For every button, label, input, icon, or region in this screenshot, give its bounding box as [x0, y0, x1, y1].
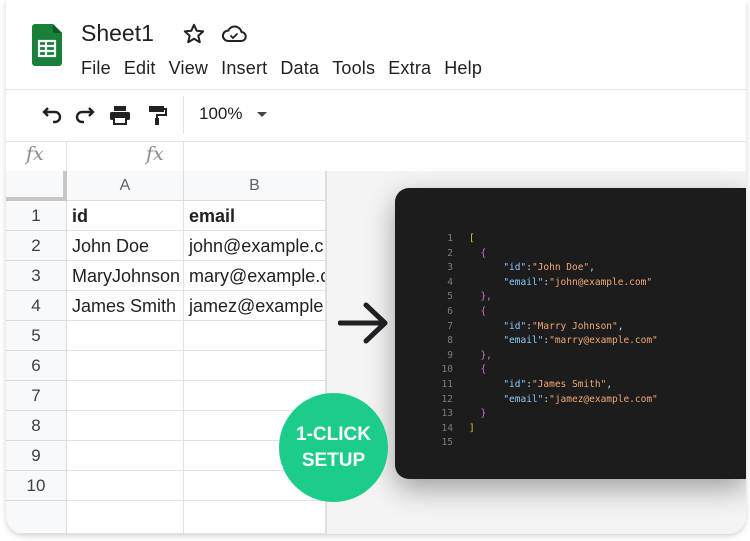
column-header-a[interactable]: A	[67, 171, 184, 201]
redo-icon[interactable]	[73, 103, 97, 127]
line-number: 13	[441, 408, 453, 420]
row-header[interactable]: 1	[6, 201, 67, 231]
row-header[interactable]: 10	[6, 471, 67, 501]
line-number: 3	[447, 262, 453, 274]
code-line: "email":"marry@example.com"	[503, 335, 658, 347]
cell-empty[interactable]	[67, 471, 184, 501]
print-icon[interactable]	[108, 103, 132, 127]
code-line: "email":"john@example.com"	[503, 276, 653, 288]
cell-empty[interactable]	[184, 351, 326, 381]
code-line: ]	[469, 422, 475, 434]
code-line: }	[480, 408, 487, 420]
line-number: 8	[447, 335, 453, 347]
code-line: {	[480, 247, 487, 259]
fx-icon: fx	[26, 143, 44, 165]
cell-empty[interactable]	[67, 321, 184, 351]
cell-empty[interactable]	[184, 501, 326, 534]
cell-empty[interactable]	[67, 501, 184, 534]
undo-icon[interactable]	[40, 103, 64, 127]
row-header[interactable]: 7	[6, 381, 67, 411]
row-header-blank[interactable]	[6, 501, 67, 534]
line-number: 12	[441, 393, 453, 405]
document-title[interactable]: Sheet1	[81, 20, 154, 47]
formula-divider	[183, 141, 184, 171]
line-number: 15	[441, 437, 453, 449]
chevron-down-icon[interactable]	[257, 112, 267, 117]
line-number: 5	[447, 291, 453, 303]
json-preview-panel: 1 [ 2 { 3 "id":"John Doe", 4 "email":"joh…	[395, 188, 746, 479]
cell-empty[interactable]	[184, 321, 326, 351]
cell-empty[interactable]	[67, 381, 184, 411]
menu-tools[interactable]: Tools	[332, 58, 375, 79]
cell-a2[interactable]: John Doe	[67, 231, 184, 261]
cell-b4[interactable]: jamez@example	[184, 291, 326, 321]
code-line: {	[480, 305, 487, 317]
code-line: },	[480, 349, 492, 361]
line-number: 4	[447, 276, 453, 288]
cell-a1[interactable]: id	[67, 201, 184, 231]
formula-bar: fx fx	[6, 141, 746, 172]
app-frame: Sheet1 File Edit View Insert Data Tools …	[6, 0, 746, 534]
row-header[interactable]: 9	[6, 441, 67, 471]
menu-extra[interactable]: Extra	[388, 58, 431, 79]
cell-b1[interactable]: email	[184, 201, 326, 231]
paint-format-icon[interactable]	[145, 103, 169, 127]
star-icon[interactable]	[182, 22, 206, 46]
line-number: 10	[441, 364, 453, 376]
badge-line-2: SETUP	[301, 449, 366, 471]
code-line: "id":"Marry Johnson",	[503, 320, 624, 332]
cell-empty[interactable]	[67, 411, 184, 441]
menu-insert[interactable]: Insert	[221, 58, 267, 79]
line-number: 2	[447, 247, 453, 259]
line-number: 6	[447, 305, 453, 317]
row-header[interactable]: 5	[6, 321, 67, 351]
code-line: },	[480, 291, 492, 303]
cell-empty[interactable]	[67, 441, 184, 471]
code-line: "id":"James Smith",	[503, 378, 613, 390]
row-header[interactable]: 8	[6, 411, 67, 441]
menu-view[interactable]: View	[169, 58, 209, 79]
code-line: {	[480, 364, 487, 376]
select-all-corner[interactable]	[6, 171, 67, 201]
cell-b3[interactable]: mary@example.c	[184, 261, 326, 291]
cloud-status-icon[interactable]	[220, 22, 248, 46]
menu-data[interactable]: Data	[280, 58, 319, 79]
badge-line-1: 1-CLICK	[296, 423, 371, 445]
line-number: 1	[447, 233, 453, 244]
menu-help[interactable]: Help	[444, 58, 482, 79]
row-header[interactable]: 2	[6, 231, 67, 261]
one-click-setup-badge[interactable]: 1-CLICK SETUP	[279, 393, 388, 502]
formula-divider	[66, 141, 67, 171]
cell-a3[interactable]: MaryJohnson	[67, 261, 184, 291]
cell-a4[interactable]: James Smith	[67, 291, 184, 321]
sheets-logo-icon[interactable]	[32, 24, 62, 66]
cell-b2[interactable]: john@example.c	[184, 231, 326, 261]
menu-bar: File Edit View Insert Data Tools Extra H…	[81, 58, 495, 79]
fx-icon: fx	[146, 143, 164, 165]
line-number: 9	[447, 349, 453, 361]
code-line: "id":"John Doe",	[503, 262, 595, 274]
line-number: 7	[447, 320, 453, 332]
cell-empty[interactable]	[67, 351, 184, 381]
menu-file[interactable]: File	[81, 58, 111, 79]
json-code-block: 1 [ 2 { 3 "id":"John Doe", 4 "email":"joh…	[435, 232, 658, 451]
row-header[interactable]: 3	[6, 261, 67, 291]
toolbar: 100%	[6, 89, 746, 142]
arrow-right-icon	[338, 302, 388, 344]
column-header-b[interactable]: B	[184, 171, 326, 201]
menu-edit[interactable]: Edit	[124, 58, 156, 79]
code-line: [	[469, 233, 475, 244]
spreadsheet-grid: A B 1 2 3 4 5 6 7 8 9 10 id email John D…	[6, 171, 326, 534]
zoom-select[interactable]: 100%	[199, 104, 242, 124]
row-header[interactable]: 4	[6, 291, 67, 321]
line-number: 11	[441, 378, 453, 390]
row-header[interactable]: 6	[6, 351, 67, 381]
toolbar-divider	[183, 96, 184, 134]
line-number: 14	[441, 422, 453, 434]
code-line: "email":"jamez@example.com"	[503, 393, 658, 405]
